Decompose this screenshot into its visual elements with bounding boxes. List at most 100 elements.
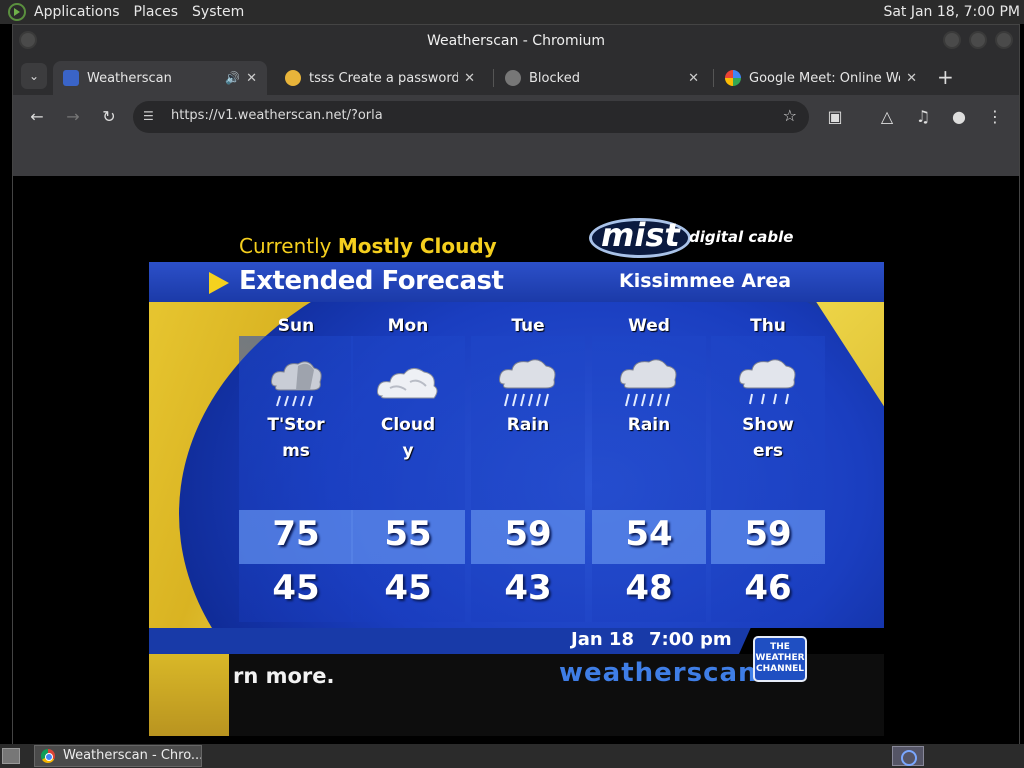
logo-subtitle: digital cable	[689, 228, 794, 246]
top-panel: Applications Places System Sat Jan 18, 7…	[0, 0, 1024, 24]
day-name: Wed	[628, 316, 670, 336]
url-text[interactable]: https://v1.weatherscan.net/?orla	[171, 108, 383, 123]
forward-button[interactable]: →	[59, 103, 87, 131]
weather-channel-logo: THE WEATHER CHANNEL	[753, 636, 807, 682]
low-temp: 46	[744, 568, 792, 608]
rain-icon	[620, 359, 677, 407]
tab-google-meet[interactable]: Google Meet: Online Web ✕	[715, 61, 927, 95]
low-temp: 45	[384, 568, 432, 608]
low-temp: 43	[504, 568, 552, 608]
current-conditions: Currently Mostly Cloudy	[239, 234, 497, 258]
taskbar: Weatherscan - Chro...	[0, 744, 1024, 768]
day-condition: Rain	[627, 415, 671, 435]
low-temp: 48	[625, 568, 673, 608]
showers-icon	[739, 359, 796, 405]
more-menu-icon[interactable]: ⋮	[981, 103, 1009, 131]
day-condition: Showers	[742, 415, 794, 461]
bookmark-star-icon[interactable]: ☆	[783, 106, 797, 125]
menu-system[interactable]: System	[192, 4, 244, 20]
forecast-day: Thu Showers 59 46	[709, 302, 827, 622]
forecast-day: Mon Cloudy 55 45	[349, 302, 467, 622]
browser-window: Weatherscan - Chromium ⌄ Weatherscan 🔊 ✕…	[12, 24, 1020, 744]
address-bar[interactable]: ☰ https://v1.weatherscan.net/?orla ☆	[133, 101, 809, 133]
day-condition: Rain	[506, 415, 550, 435]
tab-separator	[493, 69, 494, 87]
tab-separator	[713, 69, 714, 87]
forecast-day: Sun T'Storms 75 45	[237, 302, 355, 622]
date-text: Jan 18	[571, 629, 634, 650]
close-window-button[interactable]	[995, 31, 1013, 49]
labs-flask-icon[interactable]: △	[873, 103, 901, 131]
show-desktop-icon[interactable]	[2, 748, 20, 764]
chromium-icon	[41, 749, 55, 763]
bookmarks-bar	[13, 139, 1019, 177]
close-tab-icon[interactable]: ✕	[246, 71, 257, 86]
ticker-swoosh	[149, 654, 229, 736]
day-name: Mon	[387, 316, 429, 336]
window-menu-button[interactable]	[19, 31, 37, 49]
weatherscan-brand: weatherscan	[559, 658, 758, 688]
weatherscan-display: Currently Mostly Cloudy mist digital cab…	[149, 184, 884, 736]
os-logo-icon[interactable]	[8, 3, 26, 21]
extensions-icon[interactable]: ▣	[821, 103, 849, 131]
ticker-text: rn more.	[233, 664, 335, 688]
browser-toolbar: ← → ↻ ☰ https://v1.weatherscan.net/?orla…	[13, 95, 1019, 139]
tab-weatherscan[interactable]: Weatherscan 🔊 ✕	[53, 61, 267, 95]
emoji-favicon-icon	[285, 70, 301, 86]
media-control-icon[interactable]: ♫	[909, 103, 937, 131]
profile-icon[interactable]: ●	[945, 103, 973, 131]
close-tab-icon[interactable]: ✕	[688, 71, 699, 86]
day-name: Sun	[277, 316, 315, 336]
page-viewport: Currently Mostly Cloudy mist digital cab…	[13, 176, 1019, 744]
day-condition: T'Storms	[267, 415, 325, 461]
close-tab-icon[interactable]: ✕	[464, 71, 475, 86]
workspace-switcher[interactable]	[892, 746, 924, 766]
window-titlebar[interactable]: Weatherscan - Chromium	[13, 25, 1019, 57]
day-condition: Cloudy	[380, 415, 436, 461]
back-button[interactable]: ←	[23, 103, 51, 131]
banner-title: Extended Forecast	[239, 266, 504, 296]
menu-places[interactable]: Places	[134, 4, 179, 20]
play-triangle-icon	[209, 272, 229, 294]
site-info-icon[interactable]: ☰	[143, 109, 157, 123]
maximize-button[interactable]	[969, 31, 987, 49]
google-icon	[725, 70, 741, 86]
taskbar-window-label: Weatherscan - Chro...	[63, 748, 202, 763]
taskbar-window-button[interactable]: Weatherscan - Chro...	[34, 745, 202, 767]
high-temp: 59	[744, 514, 792, 554]
thunderstorm-icon	[271, 361, 322, 407]
day-name: Thu	[750, 316, 786, 336]
area-name: Kissimmee Area	[619, 270, 792, 292]
speaker-icon[interactable]: 🔊	[225, 71, 240, 85]
menu-applications[interactable]: Applications	[34, 4, 120, 20]
reload-button[interactable]: ↻	[95, 103, 123, 131]
tab-label: Weatherscan	[87, 70, 172, 86]
time-text: 7:00 pm	[649, 629, 732, 650]
high-temp: 75	[272, 514, 320, 554]
high-temp: 54	[625, 514, 673, 554]
close-tab-icon[interactable]: ✕	[906, 71, 917, 86]
forecast-day: Wed Rain 54 48	[590, 302, 708, 622]
tab-search-button[interactable]: ⌄	[21, 63, 47, 89]
mist-logo: mist	[601, 216, 680, 254]
low-temp: 45	[272, 568, 320, 608]
current-condition: Mostly Cloudy	[337, 234, 497, 258]
panel-clock[interactable]: Sat Jan 18, 7:00 PM	[883, 4, 1020, 20]
tab-label: tsss Create a password-p	[309, 70, 459, 86]
forecast-banner: Extended Forecast Kissimmee Area	[149, 262, 884, 302]
tab-label: Google Meet: Online Web	[749, 70, 901, 86]
current-label: Currently	[239, 234, 332, 258]
weatherscan-favicon-icon	[63, 70, 79, 86]
rain-icon	[499, 359, 556, 407]
new-tab-button[interactable]: +	[937, 65, 954, 89]
tab-strip: ⌄ Weatherscan 🔊 ✕ tsss Create a password…	[13, 57, 1019, 95]
minimize-button[interactable]	[943, 31, 961, 49]
tab-label: Blocked	[529, 70, 580, 86]
high-temp: 55	[384, 514, 432, 554]
tab-password[interactable]: tsss Create a password-p ✕	[275, 61, 485, 95]
globe-icon	[505, 70, 521, 86]
tab-blocked[interactable]: Blocked ✕	[495, 61, 709, 95]
day-name: Tue	[511, 316, 545, 336]
window-title: Weatherscan - Chromium	[426, 33, 606, 49]
forecast-day: Tue Rain 59 43	[469, 302, 587, 622]
